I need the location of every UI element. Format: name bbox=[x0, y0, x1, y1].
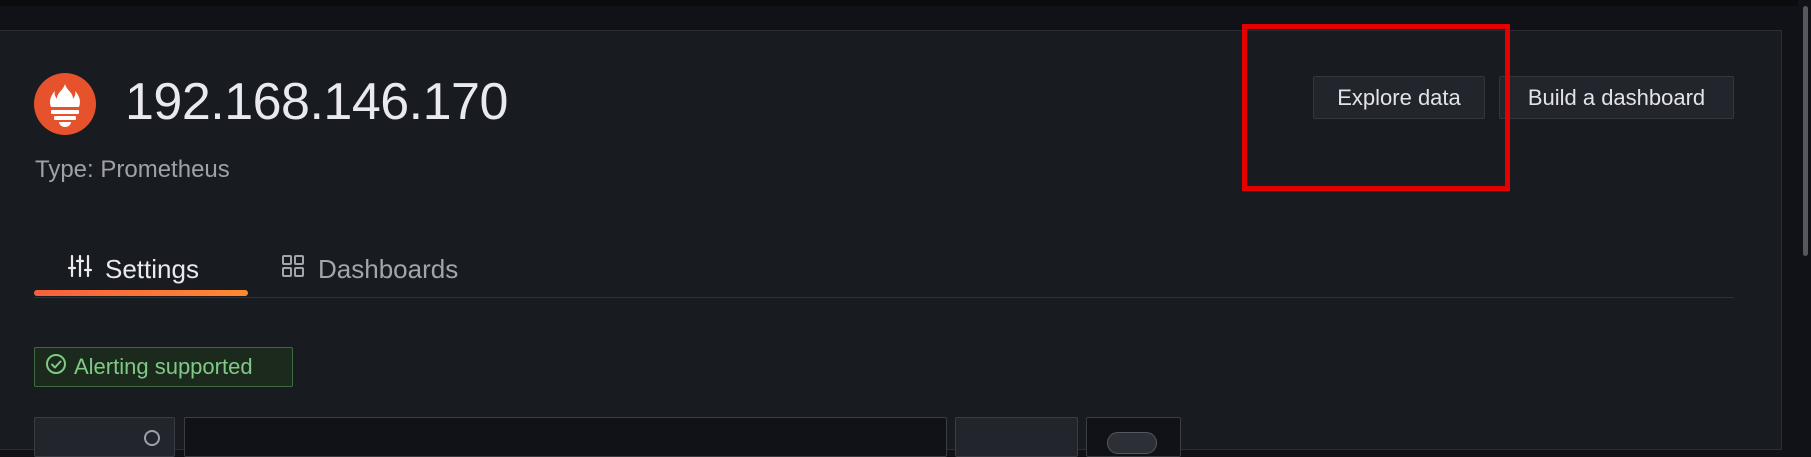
badge-label: Alerting supported bbox=[74, 354, 253, 379]
datasource-name: 192.168.146.170 bbox=[125, 73, 508, 131]
active-tab-indicator bbox=[34, 290, 248, 296]
build-dashboard-button[interactable]: Build a dashboard bbox=[1499, 76, 1734, 119]
tab-dashboards[interactable]: Dashboards bbox=[280, 242, 458, 297]
toggle-switch[interactable] bbox=[1107, 432, 1157, 454]
top-strip bbox=[0, 0, 1811, 6]
prometheus-logo-icon bbox=[34, 73, 96, 135]
tab-settings-label: Settings bbox=[105, 254, 199, 284]
default-toggle[interactable] bbox=[1086, 417, 1181, 457]
scrollbar-thumb[interactable] bbox=[1803, 6, 1808, 256]
check-circle-icon bbox=[45, 353, 67, 381]
tabs-divider bbox=[34, 297, 1734, 298]
help-icon[interactable] bbox=[144, 430, 160, 446]
tab-settings[interactable]: Settings bbox=[34, 242, 248, 297]
grid-icon bbox=[280, 253, 306, 286]
default-field-label bbox=[955, 417, 1078, 457]
sliders-icon bbox=[67, 253, 93, 286]
alerting-supported-badge: Alerting supported bbox=[34, 347, 293, 387]
tab-dashboards-label: Dashboards bbox=[318, 254, 459, 284]
annotation-highlight-box bbox=[1242, 24, 1510, 191]
name-field-label bbox=[34, 417, 175, 457]
name-input[interactable] bbox=[184, 417, 947, 457]
datasource-type: Type: Prometheus bbox=[35, 156, 230, 183]
